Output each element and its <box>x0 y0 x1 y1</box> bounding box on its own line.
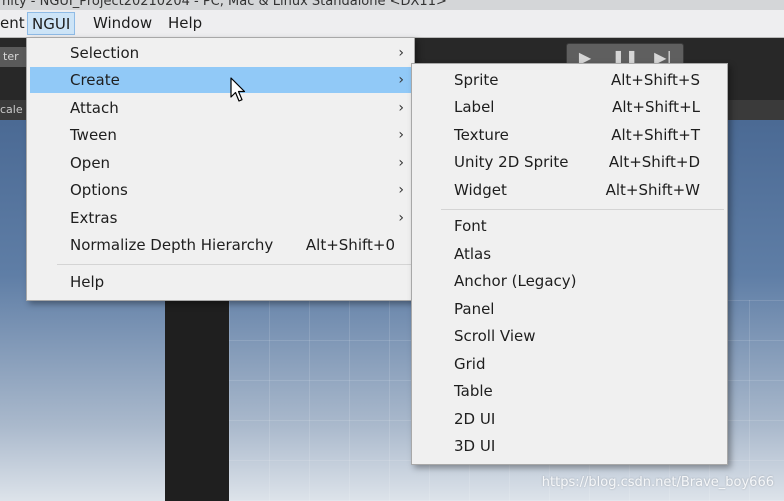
submenu-item-grid[interactable]: Grid <box>415 351 724 377</box>
menu-item-label: Selection <box>70 44 140 62</box>
submenu-item-panel[interactable]: Panel <box>415 296 724 322</box>
submenu-item-table[interactable]: Table <box>415 378 724 404</box>
submenu-item-shortcut: Alt+Shift+S <box>610 71 700 89</box>
submenu-item-label: Atlas <box>454 245 492 263</box>
menu-item-label: Open <box>70 154 111 172</box>
menu-bar: ent NGUI Window Help <box>0 10 784 38</box>
submenu-item-scroll-view[interactable]: Scroll View <box>415 323 724 349</box>
chevron-right-icon: › <box>398 210 404 226</box>
submenu-item-shortcut: Alt+Shift+W <box>605 181 700 199</box>
submenu-item-label: Unity 2D Sprite <box>454 153 569 171</box>
ngui-menu: Selection › Create › Attach › Tween › Op… <box>26 37 415 301</box>
menu-item-label: Normalize Depth Hierarchy <box>70 236 274 254</box>
menu-item-label: Help <box>70 273 105 291</box>
menu-component-partial[interactable]: ent <box>0 12 29 35</box>
chevron-right-icon: › <box>398 155 404 171</box>
chevron-right-icon: › <box>398 72 404 88</box>
menu-item-options[interactable]: Options › <box>30 177 411 203</box>
chevron-right-icon: › <box>398 100 404 116</box>
menu-item-create[interactable]: Create › <box>30 67 411 93</box>
submenu-item-label: Table <box>454 382 493 400</box>
window-title: nity - NGUI_Project20210204 - PC, Mac & … <box>0 0 784 10</box>
submenu-item-label-text: Label <box>454 98 495 116</box>
submenu-item-label: Grid <box>454 355 486 373</box>
menu-help[interactable]: Help <box>164 12 206 35</box>
submenu-item-label: Sprite <box>454 71 499 89</box>
submenu-item-anchor-legacy[interactable]: Anchor (Legacy) <box>415 268 724 294</box>
menu-item-open[interactable]: Open › <box>30 150 411 176</box>
menu-item-label: Attach <box>70 99 119 117</box>
submenu-item-texture[interactable]: Texture Alt+Shift+T <box>415 122 724 148</box>
menu-item-selection[interactable]: Selection › <box>30 40 411 66</box>
submenu-item-atlas[interactable]: Atlas <box>415 241 724 267</box>
submenu-item-label: Scroll View <box>454 327 536 345</box>
submenu-item-label: Panel <box>454 300 495 318</box>
chevron-right-icon: › <box>398 182 404 198</box>
submenu-item-unity-2d-sprite[interactable]: Unity 2D Sprite Alt+Shift+D <box>415 149 724 175</box>
menu-item-normalize-depth[interactable]: Normalize Depth Hierarchy Alt+Shift+0 <box>30 232 411 258</box>
chevron-right-icon: › <box>398 127 404 143</box>
menu-item-label: Options <box>70 181 128 199</box>
submenu-item-label: Font <box>454 217 487 235</box>
menu-separator <box>441 209 724 210</box>
menu-item-shortcut: Alt+Shift+0 <box>305 236 395 254</box>
submenu-item-label: Widget <box>454 181 507 199</box>
submenu-item-shortcut: Alt+Shift+T <box>611 126 700 144</box>
menu-item-attach[interactable]: Attach › <box>30 95 411 121</box>
submenu-item-label[interactable]: Label Alt+Shift+L <box>415 94 724 120</box>
submenu-item-label: Anchor (Legacy) <box>454 272 577 290</box>
menu-item-extras[interactable]: Extras › <box>30 205 411 231</box>
menu-ngui[interactable]: NGUI <box>27 12 76 35</box>
toolbar-filter-button[interactable]: ter <box>0 47 27 67</box>
menu-item-label: Extras <box>70 209 118 227</box>
menu-item-tween[interactable]: Tween › <box>30 122 411 148</box>
chevron-right-icon: › <box>398 45 404 61</box>
submenu-item-font[interactable]: Font <box>415 213 724 239</box>
submenu-item-label: 2D UI <box>454 410 496 428</box>
submenu-item-3d-ui[interactable]: 3D UI <box>415 433 724 459</box>
menu-separator <box>57 264 411 265</box>
watermark: https://blog.csdn.net/Brave_boy666 <box>541 475 774 490</box>
menu-item-label: Create <box>70 71 120 89</box>
submenu-item-sprite[interactable]: Sprite Alt+Shift+S <box>415 67 724 93</box>
submenu-item-2d-ui[interactable]: 2D UI <box>415 406 724 432</box>
mouse-cursor-icon <box>230 77 246 102</box>
menu-window[interactable]: Window <box>89 12 156 35</box>
submenu-item-label: 3D UI <box>454 437 496 455</box>
menu-item-help[interactable]: Help <box>30 269 411 295</box>
create-submenu: Sprite Alt+Shift+S Label Alt+Shift+L Tex… <box>411 63 728 465</box>
submenu-item-shortcut: Alt+Shift+D <box>608 153 700 171</box>
submenu-item-label: Texture <box>454 126 509 144</box>
scale-label: cale <box>0 103 23 116</box>
submenu-item-shortcut: Alt+Shift+L <box>612 98 700 116</box>
menu-item-label: Tween <box>70 126 117 144</box>
submenu-item-widget[interactable]: Widget Alt+Shift+W <box>415 177 724 203</box>
